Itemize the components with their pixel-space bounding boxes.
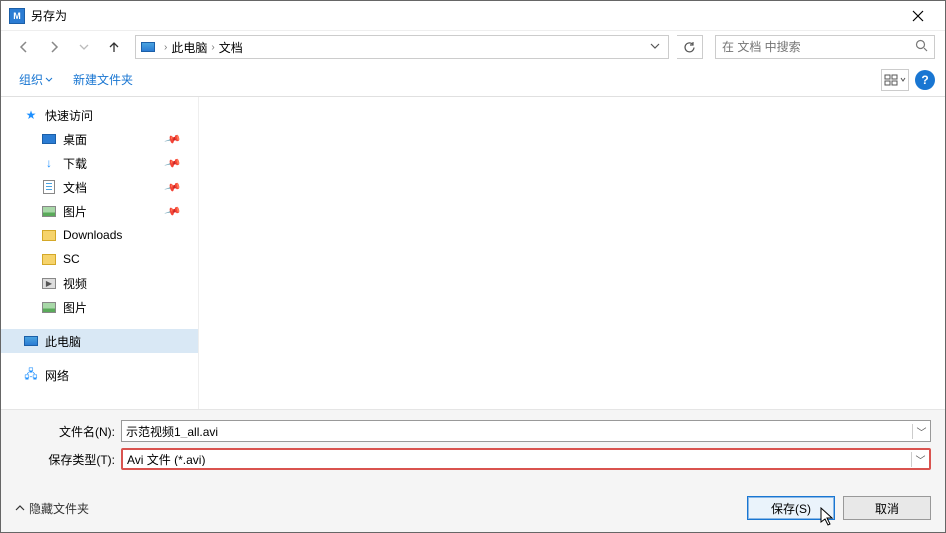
sidebar-item-label: SC bbox=[63, 252, 80, 266]
sidebar-item-downloads-en[interactable]: Downloads bbox=[1, 223, 198, 247]
sidebar-item-sc[interactable]: SC bbox=[1, 247, 198, 271]
sidebar-item-documents[interactable]: 文档 📌 bbox=[1, 175, 198, 199]
new-folder-label: 新建文件夹 bbox=[73, 71, 133, 88]
refresh-button[interactable] bbox=[677, 35, 703, 59]
up-button[interactable] bbox=[101, 35, 127, 59]
refresh-icon bbox=[683, 41, 696, 54]
sidebar-item-pictures2[interactable]: 图片 bbox=[1, 295, 198, 319]
body-area: ★ 快速访问 桌面 📌 ↓ 下载 📌 文档 📌 图片 📌 Downloads bbox=[1, 97, 945, 409]
cancel-button-label: 取消 bbox=[875, 500, 899, 517]
sidebar-item-desktop[interactable]: 桌面 📌 bbox=[1, 127, 198, 151]
cursor-icon bbox=[820, 507, 836, 527]
sidebar-item-label: 图片 bbox=[63, 203, 87, 220]
network-icon: 🖧 bbox=[23, 367, 39, 383]
filename-field[interactable]: ﹀ bbox=[121, 420, 931, 442]
sidebar-item-label: Downloads bbox=[63, 228, 122, 242]
chevron-down-icon bbox=[900, 77, 906, 83]
sidebar-item-downloads-cn[interactable]: ↓ 下载 📌 bbox=[1, 151, 198, 175]
sidebar-item-label: 视频 bbox=[63, 275, 87, 292]
organize-label: 组织 bbox=[19, 71, 43, 88]
pin-icon: 📌 bbox=[164, 154, 182, 172]
filetype-input[interactable] bbox=[123, 452, 911, 466]
new-folder-button[interactable]: 新建文件夹 bbox=[65, 67, 141, 92]
chevron-down-icon bbox=[79, 42, 89, 52]
breadcrumb-dropdown[interactable] bbox=[646, 40, 664, 54]
sidebar-item-network[interactable]: 🖧 网络 bbox=[1, 363, 198, 387]
sidebar-item-label: 快速访问 bbox=[45, 107, 93, 124]
hide-folders-label: 隐藏文件夹 bbox=[29, 500, 89, 517]
filetype-row: 保存类型(T): ﹀ bbox=[15, 448, 931, 470]
chevron-down-icon bbox=[650, 41, 660, 51]
cancel-button[interactable]: 取消 bbox=[843, 496, 931, 520]
chevron-up-icon bbox=[15, 503, 25, 513]
file-list-pane[interactable] bbox=[199, 97, 945, 409]
search-box[interactable] bbox=[715, 35, 935, 59]
pin-icon: 📌 bbox=[164, 202, 182, 220]
chevron-right-icon: › bbox=[164, 42, 167, 53]
back-button[interactable] bbox=[11, 35, 37, 59]
sidebar-item-label: 桌面 bbox=[63, 131, 87, 148]
filetype-label: 保存类型(T): bbox=[15, 451, 115, 468]
save-button-label: 保存(S) bbox=[771, 500, 811, 517]
filename-dropdown[interactable]: ﹀ bbox=[912, 424, 930, 439]
document-icon bbox=[41, 179, 57, 195]
pin-icon: 📌 bbox=[164, 130, 182, 148]
folder-icon bbox=[41, 251, 57, 267]
sidebar-item-label: 下载 bbox=[63, 155, 87, 172]
help-icon: ? bbox=[921, 73, 928, 87]
forward-button[interactable] bbox=[41, 35, 67, 59]
sidebar-item-pictures[interactable]: 图片 📌 bbox=[1, 199, 198, 223]
organize-button[interactable]: 组织 bbox=[11, 67, 61, 92]
sidebar-item-label: 文档 bbox=[63, 179, 87, 196]
search-input[interactable] bbox=[722, 40, 915, 54]
filename-row: 文件名(N): ﹀ bbox=[15, 420, 931, 442]
view-icon bbox=[884, 74, 898, 86]
sidebar-item-label: 图片 bbox=[63, 299, 87, 316]
help-button[interactable]: ? bbox=[915, 70, 935, 90]
pc-icon bbox=[140, 39, 156, 55]
nav-row: › 此电脑 › 文档 bbox=[1, 31, 945, 63]
filetype-field[interactable]: ﹀ bbox=[121, 448, 931, 470]
sidebar-item-label: 网络 bbox=[45, 367, 69, 384]
arrow-left-icon bbox=[17, 40, 31, 54]
pc-icon bbox=[23, 333, 39, 349]
breadcrumb-root[interactable]: 此电脑 bbox=[171, 39, 207, 56]
desktop-icon bbox=[41, 131, 57, 147]
sidebar-tree[interactable]: ★ 快速访问 桌面 📌 ↓ 下载 📌 文档 📌 图片 📌 Downloads bbox=[1, 97, 199, 409]
arrow-right-icon bbox=[47, 40, 61, 54]
hide-folders-toggle[interactable]: 隐藏文件夹 bbox=[15, 500, 89, 517]
filetype-dropdown[interactable]: ﹀ bbox=[911, 452, 929, 467]
chevron-down-icon bbox=[45, 76, 53, 84]
recent-button[interactable] bbox=[71, 35, 97, 59]
save-form: 文件名(N): ﹀ 保存类型(T): ﹀ 隐藏文件夹 保存(S) 取消 bbox=[1, 409, 945, 532]
pin-icon: 📌 bbox=[164, 178, 182, 196]
button-row: 隐藏文件夹 保存(S) 取消 bbox=[15, 496, 931, 520]
download-icon: ↓ bbox=[41, 155, 57, 171]
search-icon[interactable] bbox=[915, 39, 928, 55]
star-icon: ★ bbox=[23, 107, 39, 123]
picture-icon bbox=[41, 299, 57, 315]
filename-label: 文件名(N): bbox=[15, 423, 115, 440]
arrow-up-icon bbox=[107, 40, 121, 54]
picture-icon bbox=[41, 203, 57, 219]
toolbar: 组织 新建文件夹 ? bbox=[1, 63, 945, 97]
window-title: 另存为 bbox=[31, 7, 895, 24]
view-button[interactable] bbox=[881, 69, 909, 91]
chevron-right-icon: › bbox=[211, 42, 214, 53]
titlebar: M 另存为 bbox=[1, 1, 945, 31]
sidebar-item-quickaccess[interactable]: ★ 快速访问 bbox=[1, 103, 198, 127]
close-icon bbox=[912, 10, 924, 22]
sidebar-item-video[interactable]: ▶ 视频 bbox=[1, 271, 198, 295]
app-icon: M bbox=[9, 8, 25, 24]
folder-icon bbox=[41, 227, 57, 243]
filename-input[interactable] bbox=[122, 424, 912, 438]
video-icon: ▶ bbox=[41, 275, 57, 291]
close-button[interactable] bbox=[895, 1, 941, 31]
breadcrumb-folder[interactable]: 文档 bbox=[219, 39, 243, 56]
save-button[interactable]: 保存(S) bbox=[747, 496, 835, 520]
sidebar-item-thispc[interactable]: 此电脑 bbox=[1, 329, 198, 353]
sidebar-item-label: 此电脑 bbox=[45, 333, 81, 350]
breadcrumb-bar[interactable]: › 此电脑 › 文档 bbox=[135, 35, 669, 59]
